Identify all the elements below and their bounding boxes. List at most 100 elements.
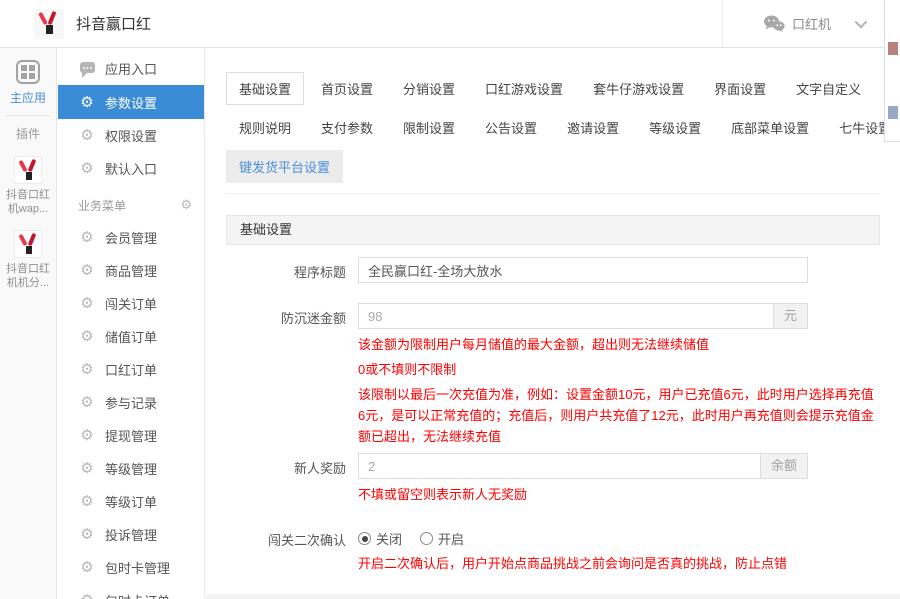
tab-cowboy-game-settings[interactable]: 套牛仔游戏设置 [580,72,697,105]
sidebar-item-label: 闯关订单 [105,297,158,312]
sidebar-item-lipstick-orders[interactable]: ⚙ 口红订单 [58,353,204,386]
clipped-side-widget[interactable] [884,0,900,142]
sidebar-item-label: 权限设置 [105,129,158,144]
sidebar-item-stored-value-orders[interactable]: ⚙ 储值订单 [58,320,204,353]
sidebar-item-timecard-mgmt[interactable]: ⚙ 包时卡管理 [58,551,204,584]
rail-main-app[interactable]: 主应用 [0,89,56,106]
tab-level-settings[interactable]: 等级设置 [636,111,714,144]
radio-off-selected[interactable] [358,532,371,545]
gear-icon: ⚙ [80,93,94,111]
tab-home-settings[interactable]: 首页设置 [308,72,386,105]
radio-on-label[interactable]: 开启 [438,529,464,548]
help-text: 该金额为限制用户每月储值的最大金额，超出则无法继续储值 [358,337,710,352]
sidebar-item-participation-records[interactable]: ⚙ 参与记录 [58,386,204,419]
form-row-newcomer-reward: 新人奖励 余额 不填或留空则表示新人无奖励 [226,453,880,505]
sidebar-item-label: 储值订单 [105,330,158,345]
sidebar-item-parameter-settings[interactable]: ⚙ 参数设置 [58,85,204,119]
gear-icon: ⚙ [80,460,94,477]
form-row-second-confirm: 闯关二次确认 关闭 开启 开启二次确认后，用户开始点商品挑战之前会询问是否真的挑… [226,525,880,574]
sidebar-item-label: 参数设置 [105,95,158,111]
tab-row-2: 规则说明 支付参数 限制设置 公告设置 邀请设置 等级设置 底部菜单设置 七牛设… [226,111,891,144]
section-label: 业务菜单 [78,198,127,213]
sidebar-item-withdrawal-mgmt[interactable]: ⚙ 提现管理 [58,419,204,452]
sidebar-item-label: 等级管理 [105,462,158,477]
tab-limit-settings[interactable]: 限制设置 [390,111,468,144]
tab-lipstick-game-settings[interactable]: 口红游戏设置 [472,72,576,105]
bottom-strip [206,594,900,599]
tab-announcement-settings[interactable]: 公告设置 [472,111,550,144]
field-label: 防沉迷金额 [280,311,346,326]
wechat-icon [763,15,785,32]
tab-bottom-menu-settings[interactable]: 底部菜单设置 [718,111,822,144]
sidebar-item-default-entry[interactable]: ⚙ 默认入口 [58,152,204,185]
plugin-name-fenxiao[interactable]: 抖音口红 机机分... [0,262,56,290]
sidebar-item-label: 口红订单 [105,363,158,378]
tab-shipping-platform-settings[interactable]: 键发货平台设置 [226,150,344,183]
help-text: 不填或留空则表示新人无奖励 [358,487,528,502]
field-label: 程序标题 [293,265,346,280]
sidebar-item-label: 投诉管理 [105,528,158,543]
header-right: 口红机 [721,0,878,47]
clipped-glyph-red [888,42,898,55]
rail-divider [6,115,50,116]
sidebar-item-label: 提现管理 [105,429,158,444]
newcomer-reward-input[interactable] [358,453,761,479]
account-dropdown-button[interactable] [853,15,878,31]
unit-addon-balance: 余额 [760,453,808,479]
sidebar-item-member-mgmt[interactable]: ⚙ 会员管理 [58,221,204,254]
tab-distribution-settings[interactable]: 分销设置 [390,72,468,105]
form-row-anti-addiction: 防沉迷金额 元 该金额为限制用户每月储值的最大金额，超出则无法继续储值 0或不填… [226,303,880,447]
account-menu[interactable]: 口红机 [723,14,853,33]
main-app-grid-icon[interactable] [16,60,40,84]
top-header: 抖音赢口红 口红机 [0,0,900,48]
program-title-input[interactable] [358,257,808,283]
sidebar-item-level-mgmt[interactable]: ⚙ 等级管理 [58,452,204,485]
sidebar-item-label: 包时卡管理 [105,561,171,576]
gear-icon: ⚙ [80,559,94,576]
tab-row-3: 键发货平台设置 [226,150,880,183]
app-rail: 主应用 插件 抖音口红 机wap... 抖音口红 机机分... [0,48,57,599]
rail-plugins-label: 插件 [15,127,40,141]
sidebar-item-product-mgmt[interactable]: ⚙ 商品管理 [58,254,204,287]
sidebar-item-app-entry[interactable]: 应用入口 [58,52,204,85]
sidebar-item-permission-settings[interactable]: ⚙ 权限设置 [58,119,204,152]
gear-icon: ⚙ [80,427,94,444]
gear-icon: ⚙ [80,493,94,510]
app-logo-icon [34,8,64,39]
gear-icon: ⚙ [78,593,96,599]
plugin-name-wap[interactable]: 抖音口红 机wap... [0,188,56,216]
sidebar-item-timecard-orders[interactable]: ⚙ 包时卡订单 [58,584,204,599]
sidebar-item-label: 默认入口 [105,162,158,177]
account-name: 口红机 [791,17,831,32]
plugin-icon-wap[interactable] [14,156,42,184]
sidebar-item-complaint-mgmt[interactable]: ⚙ 投诉管理 [58,518,204,551]
radio-on[interactable] [420,532,434,545]
sidebar-item-label: 包时卡订单 [105,591,170,599]
tab-invite-settings[interactable]: 邀请设置 [554,111,632,144]
main-content: 基础设置 首页设置 分销设置 口红游戏设置 套牛仔游戏设置 界面设置 文字自定义… [206,48,900,599]
section-gear-icon[interactable]: ⚙ [180,197,192,213]
tab-text-custom[interactable]: 文字自定义 [783,72,874,105]
tab-row-1: 基础设置 首页设置 分销设置 口红游戏设置 套牛仔游戏设置 界面设置 文字自定义… [226,72,900,105]
tab-interface-settings[interactable]: 界面设置 [701,72,779,105]
plugin-icon-fenxiao[interactable] [14,230,42,258]
sidebar-item-label: 会员管理 [105,231,158,246]
chat-bubble-icon [78,61,96,78]
gear-icon: ⚙ [80,295,94,312]
gear-icon: ⚙ [80,262,94,279]
clipped-glyph-blue [888,106,898,119]
tab-payment-params[interactable]: 支付参数 [308,111,386,144]
help-text: 开启二次确认后，用户开始点商品挑战之前会询问是否真的挑战，防止点错 [358,556,788,571]
sidebar-item-challenge-orders[interactable]: ⚙ 闯关订单 [58,287,204,320]
basic-settings-panel: 基础设置 程序标题 防沉迷金额 元 该金额为限 [226,215,880,599]
help-text: 该限制以最后一次充值为准，例如：设置金额10元，用户已充值6元，此时用户选择再充… [358,387,874,444]
anti-addiction-input[interactable] [358,303,774,329]
tab-basic-settings[interactable]: 基础设置 [226,72,305,105]
sidebar-item-level-orders[interactable]: ⚙ 等级订单 [58,485,204,518]
unit-addon-yuan: 元 [773,303,808,329]
app-title: 抖音赢口红 [76,16,152,33]
help-text: 0或不填则不限制 [358,362,457,377]
tab-rules[interactable]: 规则说明 [226,111,304,144]
radio-off-label[interactable]: 关闭 [376,529,402,548]
field-label: 闯关二次确认 [267,533,346,548]
